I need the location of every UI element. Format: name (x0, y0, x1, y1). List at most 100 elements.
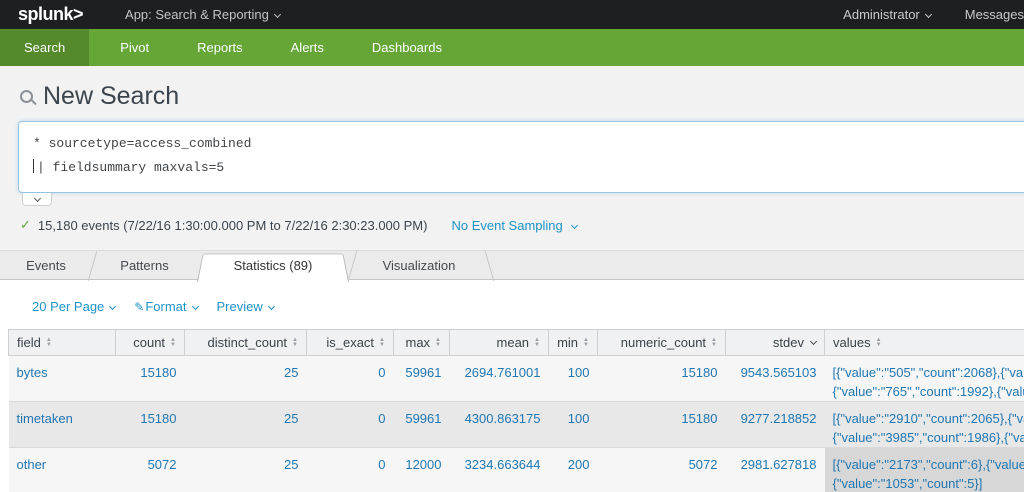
cell-distinct_count[interactable]: 25 (184, 447, 307, 492)
cell-distinct_count[interactable]: 25 (184, 355, 307, 402)
cell-count[interactable]: 15180 (115, 401, 185, 448)
search-icon (20, 90, 33, 103)
app-switcher-label: App: Search & Reporting (125, 7, 269, 22)
column-label: count (133, 335, 166, 351)
search-assistant-toggle[interactable] (22, 193, 52, 206)
cell-numeric_count[interactable]: 15180 (597, 355, 726, 402)
sort-toggle-icon: ▲ ▼ (45, 337, 52, 349)
tab-visualization[interactable]: Visualization (349, 251, 489, 281)
sort-toggle-icon: ▲ ▼ (534, 337, 540, 349)
cell-distinct_count[interactable]: 25 (184, 401, 307, 448)
splunk-logo[interactable]: splunk> (18, 4, 84, 25)
column-header-mean[interactable]: mean ▲ ▼ (449, 329, 549, 356)
events-summary-row: ✓ 15,180 events (7/22/16 1:30:00.000 PM … (0, 206, 1024, 250)
chevron-down-icon (273, 10, 281, 19)
cell-max[interactable]: 59961 (393, 355, 450, 402)
tab-events[interactable]: Events (0, 251, 92, 281)
results-controls: 20 Per Page ✎Format Preview (0, 280, 1024, 329)
tab-statistics[interactable]: Statistics (89) (197, 251, 349, 281)
preview-menu[interactable]: Preview (217, 299, 275, 314)
cell-field[interactable]: bytes (8, 355, 116, 402)
chevron-down-icon (267, 302, 275, 311)
cell-is_exact[interactable]: 0 (306, 355, 394, 402)
chevron-down-icon (571, 221, 579, 229)
cell-min[interactable]: 200 (548, 447, 598, 492)
nav-item-alerts[interactable]: Alerts (274, 29, 341, 66)
column-label: mean (496, 335, 530, 351)
table-row: bytes 15180 25 0 59961 2694.761001 100 15180 954… (8, 355, 1024, 402)
cell-min[interactable]: 100 (548, 401, 598, 448)
top-bar: splunk> App: Search & Reporting Administ… (0, 0, 1024, 29)
cell-mean[interactable]: 3234.663644 (449, 447, 549, 492)
sort-toggle-icon: ▲ ▼ (170, 337, 176, 349)
results-content: 20 Per Page ✎Format Preview field ▲ ▼ count… (0, 280, 1024, 492)
sort-toggle-icon: ▲ ▼ (292, 337, 298, 349)
column-label: is_exact (326, 335, 375, 351)
cell-numeric_count[interactable]: 5072 (597, 447, 726, 492)
user-menu[interactable]: Administrator (843, 7, 932, 22)
chevron-down-icon (924, 10, 932, 19)
cell-max[interactable]: 59961 (393, 401, 450, 448)
messages-menu[interactable]: Messages (965, 7, 1024, 22)
cell-values[interactable]: [{"value":"2173","count":6},{"value":" {"… (824, 447, 1024, 492)
cell-numeric_count[interactable]: 15180 (597, 401, 726, 448)
sort-toggle-icon: ▲ ▼ (583, 337, 589, 349)
title-row: New Search (0, 66, 1024, 121)
nav-item-reports[interactable]: Reports (180, 29, 260, 66)
cell-field[interactable]: other (8, 447, 116, 492)
cell-min[interactable]: 100 (548, 355, 598, 402)
column-header-numeric_count[interactable]: numeric_count ▲ ▼ (597, 329, 726, 356)
cell-stdev[interactable]: 9543.565103 (725, 355, 825, 402)
query-line-1: * sourcetype=access_combined (33, 136, 252, 151)
column-header-count[interactable]: count ▲ ▼ (115, 329, 185, 356)
tab-patterns[interactable]: Patterns (92, 251, 197, 281)
search-band: New Search * sourcetype=access_combined … (0, 66, 1024, 250)
nav-item-search[interactable]: Search (0, 29, 90, 66)
chevron-down-icon (109, 302, 117, 311)
nav-item-dashboards[interactable]: Dashboards (355, 29, 459, 66)
cell-count[interactable]: 5072 (115, 447, 185, 492)
column-header-values[interactable]: values ▲ ▼ (824, 329, 1024, 356)
cell-field[interactable]: timetaken (8, 401, 116, 448)
query-line-2: | fieldsummary maxvals=5 (33, 156, 1017, 180)
event-sampling-menu[interactable]: No Event Sampling (451, 218, 579, 233)
sort-desc-icon (809, 338, 818, 346)
column-label: stdev (772, 335, 804, 351)
format-menu[interactable]: ✎Format (134, 299, 199, 314)
per-page-menu[interactable]: 20 Per Page (32, 299, 117, 314)
column-label: values (833, 335, 871, 351)
text-cursor (33, 159, 34, 173)
table-row: other 5072 25 0 12000 3234.663644 200 5072 2981.… (8, 447, 1024, 492)
cell-is_exact[interactable]: 0 (306, 401, 394, 448)
column-header-distinct_count[interactable]: distinct_count ▲ ▼ (184, 329, 307, 356)
job-done-check-icon: ✓ (20, 217, 31, 232)
cell-values[interactable]: [{"value":"505","count":2068},{"value":"… (824, 355, 1024, 402)
column-header-is_exact[interactable]: is_exact ▲ ▼ (306, 329, 394, 356)
nav-item-pivot[interactable]: Pivot (103, 29, 166, 66)
sort-toggle-icon: ▲ ▼ (379, 337, 385, 349)
column-label: distinct_count (207, 335, 288, 351)
cell-mean[interactable]: 2694.761001 (449, 355, 549, 402)
column-header-max[interactable]: max ▲ ▼ (393, 329, 450, 356)
column-header-stdev[interactable]: stdev (725, 329, 825, 356)
column-header-min[interactable]: min ▲ ▼ (548, 329, 598, 356)
app-switcher-menu[interactable]: App: Search & Reporting (125, 7, 281, 22)
column-label: numeric_count (620, 335, 707, 351)
cell-values[interactable]: [{"value":"2910","count":2065},{"value":… (824, 401, 1024, 448)
search-input[interactable]: * sourcetype=access_combined | fieldsumm… (18, 121, 1024, 193)
pencil-icon: ✎ (134, 300, 145, 314)
statistics-table: field ▲ ▼ count ▲ ▼ distinct_count ▲ ▼ is_exact ▲ ▼… (8, 329, 1024, 492)
column-label: field (17, 335, 41, 351)
cell-max[interactable]: 12000 (393, 447, 450, 492)
cell-count[interactable]: 15180 (115, 355, 185, 402)
cell-stdev[interactable]: 9277.218852 (725, 401, 825, 448)
result-tabs: Events Patterns Statistics (89) Visualiz… (0, 250, 1024, 281)
cell-is_exact[interactable]: 0 (306, 447, 394, 492)
column-header-field[interactable]: field ▲ ▼ (8, 329, 116, 356)
user-menu-label: Administrator (843, 7, 920, 22)
sort-toggle-icon: ▲ ▼ (875, 337, 882, 349)
cell-stdev[interactable]: 2981.627818 (725, 447, 825, 492)
table-header-row: field ▲ ▼ count ▲ ▼ distinct_count ▲ ▼ is_exact ▲ ▼… (8, 329, 1024, 356)
cell-mean[interactable]: 4300.863175 (449, 401, 549, 448)
table-row: timetaken 15180 25 0 59961 4300.863175 100 1518… (8, 401, 1024, 448)
